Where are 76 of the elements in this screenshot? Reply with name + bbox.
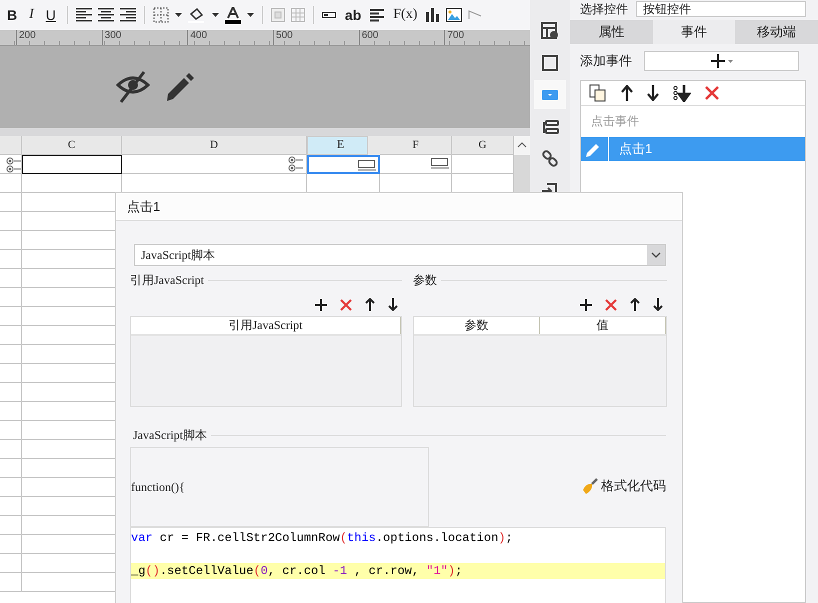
chevron-up-icon[interactable] bbox=[517, 142, 527, 148]
bar-chart-icon[interactable] bbox=[426, 8, 440, 22]
code-text: function(){ bbox=[131, 480, 185, 494]
move-to-bottom-icon[interactable] bbox=[673, 84, 691, 102]
column-header: 引用JavaScript bbox=[131, 317, 401, 334]
section-title: 参数 bbox=[413, 272, 437, 289]
caret-icon[interactable] bbox=[174, 13, 182, 17]
column-header[interactable]: F bbox=[380, 136, 452, 155]
eye-off-icon[interactable] bbox=[116, 71, 150, 103]
chevron-down-icon bbox=[651, 252, 661, 258]
align-left-icon[interactable] bbox=[76, 8, 92, 22]
pencil-icon bbox=[585, 141, 601, 157]
border-icon[interactable] bbox=[152, 7, 169, 23]
column-header[interactable]: C bbox=[22, 136, 122, 155]
formula-button[interactable]: F(x) bbox=[390, 7, 420, 23]
radio-widget-icon bbox=[288, 156, 304, 172]
arrow-up-icon[interactable] bbox=[630, 298, 640, 311]
text-input-icon[interactable] bbox=[322, 12, 336, 18]
column-header[interactable]: E bbox=[307, 136, 368, 155]
event-label: 点击1 bbox=[608, 137, 652, 161]
close-icon[interactable] bbox=[605, 298, 617, 310]
arrow-up-icon[interactable] bbox=[365, 298, 375, 311]
column-header[interactable]: D bbox=[122, 136, 307, 155]
broom-icon bbox=[582, 478, 598, 494]
close-icon[interactable] bbox=[705, 86, 719, 100]
font-color-icon[interactable] bbox=[224, 6, 241, 24]
ruler-label: 600 bbox=[358, 30, 444, 45]
line-icon[interactable] bbox=[468, 10, 482, 20]
text-widget-button[interactable]: ab bbox=[342, 7, 364, 23]
panel-tab[interactable]: 事件 bbox=[652, 20, 736, 44]
code-line: var cr = FR.cellStr2ColumnRow(this.options.location); bbox=[131, 530, 514, 546]
arrow-down-icon[interactable] bbox=[388, 298, 398, 311]
widget-select[interactable]: 按钮控件 bbox=[636, 1, 806, 17]
ruler-label: 400 bbox=[187, 30, 274, 45]
italic-button[interactable]: I bbox=[26, 7, 37, 23]
copy-icon[interactable] bbox=[589, 84, 607, 102]
code-editor[interactable]: var cr = FR.cellStr2ColumnRow(this.options.location); _g().setCellValue(0, cr.col -1 , cr.row, "1"); bbox=[130, 527, 666, 603]
button-widget-icon bbox=[431, 158, 449, 169]
align-center-icon[interactable] bbox=[98, 8, 114, 22]
pencil-icon[interactable] bbox=[164, 72, 194, 102]
ruler-label: 500 bbox=[273, 30, 359, 45]
arrow-down-icon[interactable] bbox=[653, 298, 663, 311]
radio-widget-icon bbox=[6, 157, 22, 173]
format-code-button[interactable]: 格式化代码 bbox=[582, 476, 666, 494]
plus-icon[interactable] bbox=[580, 298, 592, 310]
table-cell[interactable] bbox=[307, 155, 380, 174]
align-right-icon[interactable] bbox=[120, 8, 136, 22]
plus-icon bbox=[710, 54, 734, 68]
event-list-header: 点击事件 bbox=[590, 113, 640, 130]
corner-cell bbox=[0, 136, 22, 155]
ruler-label: 300 bbox=[102, 30, 188, 45]
panel-tab[interactable]: 移动端 bbox=[735, 20, 818, 44]
script-type-select[interactable]: JavaScript脚本 bbox=[134, 244, 666, 266]
scrollbar[interactable] bbox=[514, 136, 530, 155]
select-widget-label: 选择控件 bbox=[580, 0, 628, 18]
dialog-title: 点击1 bbox=[116, 193, 682, 221]
section-title: 引用JavaScript bbox=[130, 272, 204, 289]
paragraph-icon[interactable] bbox=[370, 8, 384, 22]
caret-icon[interactable] bbox=[246, 13, 254, 17]
column-header: 参数 bbox=[414, 317, 540, 334]
panel-tab[interactable]: 属性 bbox=[570, 20, 653, 44]
add-event-label: 添加事件 bbox=[580, 52, 632, 70]
plus-icon[interactable] bbox=[315, 298, 327, 310]
ruler-label: 200 bbox=[16, 30, 102, 45]
paint-bucket-icon[interactable] bbox=[188, 7, 206, 23]
arrow-down-icon[interactable] bbox=[647, 85, 659, 101]
image-icon[interactable] bbox=[446, 8, 462, 22]
arrow-up-icon[interactable] bbox=[621, 85, 633, 101]
section-title: JavaScript脚本 bbox=[133, 427, 207, 444]
close-icon[interactable] bbox=[340, 298, 352, 310]
button-widget-icon bbox=[358, 160, 376, 171]
underline-button[interactable]: U bbox=[42, 7, 59, 23]
caret-icon[interactable] bbox=[212, 13, 219, 17]
merge-cells-icon[interactable] bbox=[270, 8, 285, 22]
column-header: 值 bbox=[540, 317, 666, 334]
bold-button[interactable]: B bbox=[4, 7, 20, 23]
